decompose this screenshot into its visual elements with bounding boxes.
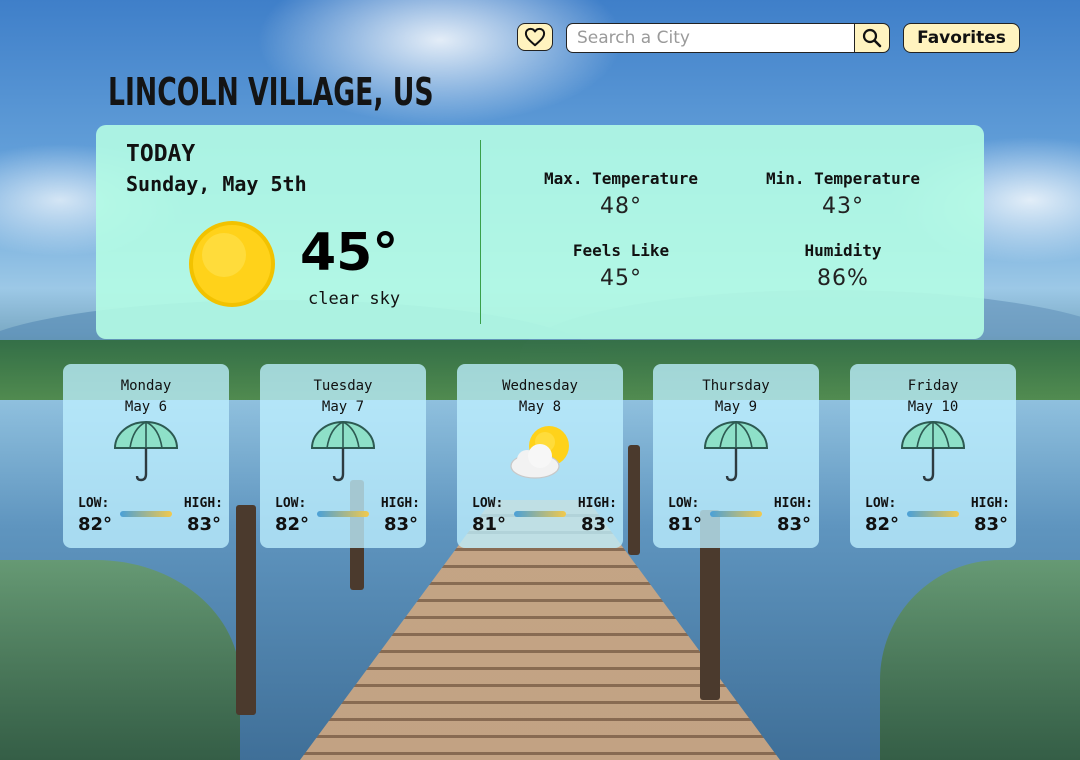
search-button[interactable]	[854, 23, 890, 53]
forecast-card[interactable]: Monday May 6 LOW: HIGH: 82° 83°	[63, 364, 229, 548]
favorites-button[interactable]: Favorites	[903, 23, 1020, 53]
today-date: Sunday, May 5th	[126, 172, 307, 196]
today-label: TODAY	[126, 141, 196, 167]
feels-like-label: Feels Like	[572, 241, 670, 260]
feels-like-stat: Feels Like 45°	[521, 241, 721, 291]
forecast-card[interactable]: Tuesday May 7 LOW: HIGH: 82° 83°	[260, 364, 426, 548]
low-label: LOW:	[275, 496, 307, 511]
forecast-day: Thursday	[702, 378, 770, 394]
humidity-value: 86%	[817, 266, 869, 291]
temperature-range-bar	[317, 511, 369, 517]
high-label: HIGH:	[380, 496, 420, 511]
sun-icon	[189, 221, 275, 307]
feels-like-value: 45°	[600, 266, 642, 291]
today-panel: TODAY Sunday, May 5th 45° clear sky Max.…	[96, 125, 984, 339]
low-temperature: 82°	[78, 514, 113, 535]
search-bar	[566, 23, 890, 53]
forecast-day: Monday	[120, 378, 172, 394]
panel-divider	[480, 140, 481, 324]
forecast-card[interactable]: Friday May 10 LOW: HIGH: 82° 83°	[850, 364, 1016, 548]
umbrella-icon	[310, 421, 376, 482]
forecast-date: May 10	[907, 399, 959, 415]
min-temperature-label: Min. Temperature	[765, 169, 921, 188]
max-temperature-value: 48°	[600, 194, 642, 219]
add-favorite-button[interactable]	[517, 23, 553, 51]
city-title: LINCOLN VILLAGE, US	[108, 70, 434, 114]
temperature-range-bar	[710, 511, 762, 517]
temperature-range-bar	[514, 511, 566, 517]
temperature-range-bar	[120, 511, 172, 517]
max-temperature-label: Max. Temperature	[543, 169, 699, 188]
umbrella-icon	[900, 421, 966, 482]
search-icon	[862, 28, 882, 48]
partly-cloudy-icon	[510, 426, 569, 479]
high-temperature: 83°	[186, 514, 221, 535]
high-temperature: 83°	[580, 514, 615, 535]
low-temperature: 82°	[865, 514, 900, 535]
temperature-range-bar	[907, 511, 959, 517]
forecast-day: Wednesday	[502, 378, 578, 394]
max-temperature-stat: Max. Temperature 48°	[521, 169, 721, 219]
low-temperature: 81°	[472, 514, 507, 535]
high-label: HIGH:	[577, 496, 617, 511]
umbrella-icon	[113, 421, 179, 482]
humidity-label: Humidity	[804, 241, 882, 260]
high-temperature: 83°	[776, 514, 811, 535]
high-label: HIGH:	[970, 496, 1010, 511]
forecast-day: Friday	[907, 378, 959, 394]
high-label: HIGH:	[183, 496, 223, 511]
low-label: LOW:	[865, 496, 897, 511]
low-label: LOW:	[668, 496, 700, 511]
low-label: LOW:	[78, 496, 110, 511]
forecast-day: Tuesday	[313, 378, 373, 394]
forecast-date: May 8	[518, 399, 562, 415]
umbrella-icon	[703, 421, 769, 482]
min-temperature-value: 43°	[822, 194, 864, 219]
forecast-date: May 9	[714, 399, 758, 415]
low-temperature: 81°	[668, 514, 703, 535]
forecast-card[interactable]: Thursday May 9 LOW: HIGH: 81° 83°	[653, 364, 819, 548]
weather-condition: clear sky	[308, 289, 401, 309]
humidity-stat: Humidity 86%	[743, 241, 943, 291]
high-label: HIGH:	[773, 496, 813, 511]
forecast-date: May 7	[321, 399, 365, 415]
low-temperature: 82°	[275, 514, 310, 535]
forecast-card[interactable]: Wednesday May 8 LOW: HIGH: 81° 83°	[457, 364, 623, 548]
forecast-date: May 6	[124, 399, 168, 415]
high-temperature: 83°	[973, 514, 1008, 535]
heart-icon	[524, 27, 546, 47]
min-temperature-stat: Min. Temperature 43°	[743, 169, 943, 219]
low-label: LOW:	[472, 496, 504, 511]
current-temperature: 45°	[300, 223, 399, 283]
high-temperature: 83°	[383, 514, 418, 535]
city-search-input[interactable]	[566, 23, 854, 53]
